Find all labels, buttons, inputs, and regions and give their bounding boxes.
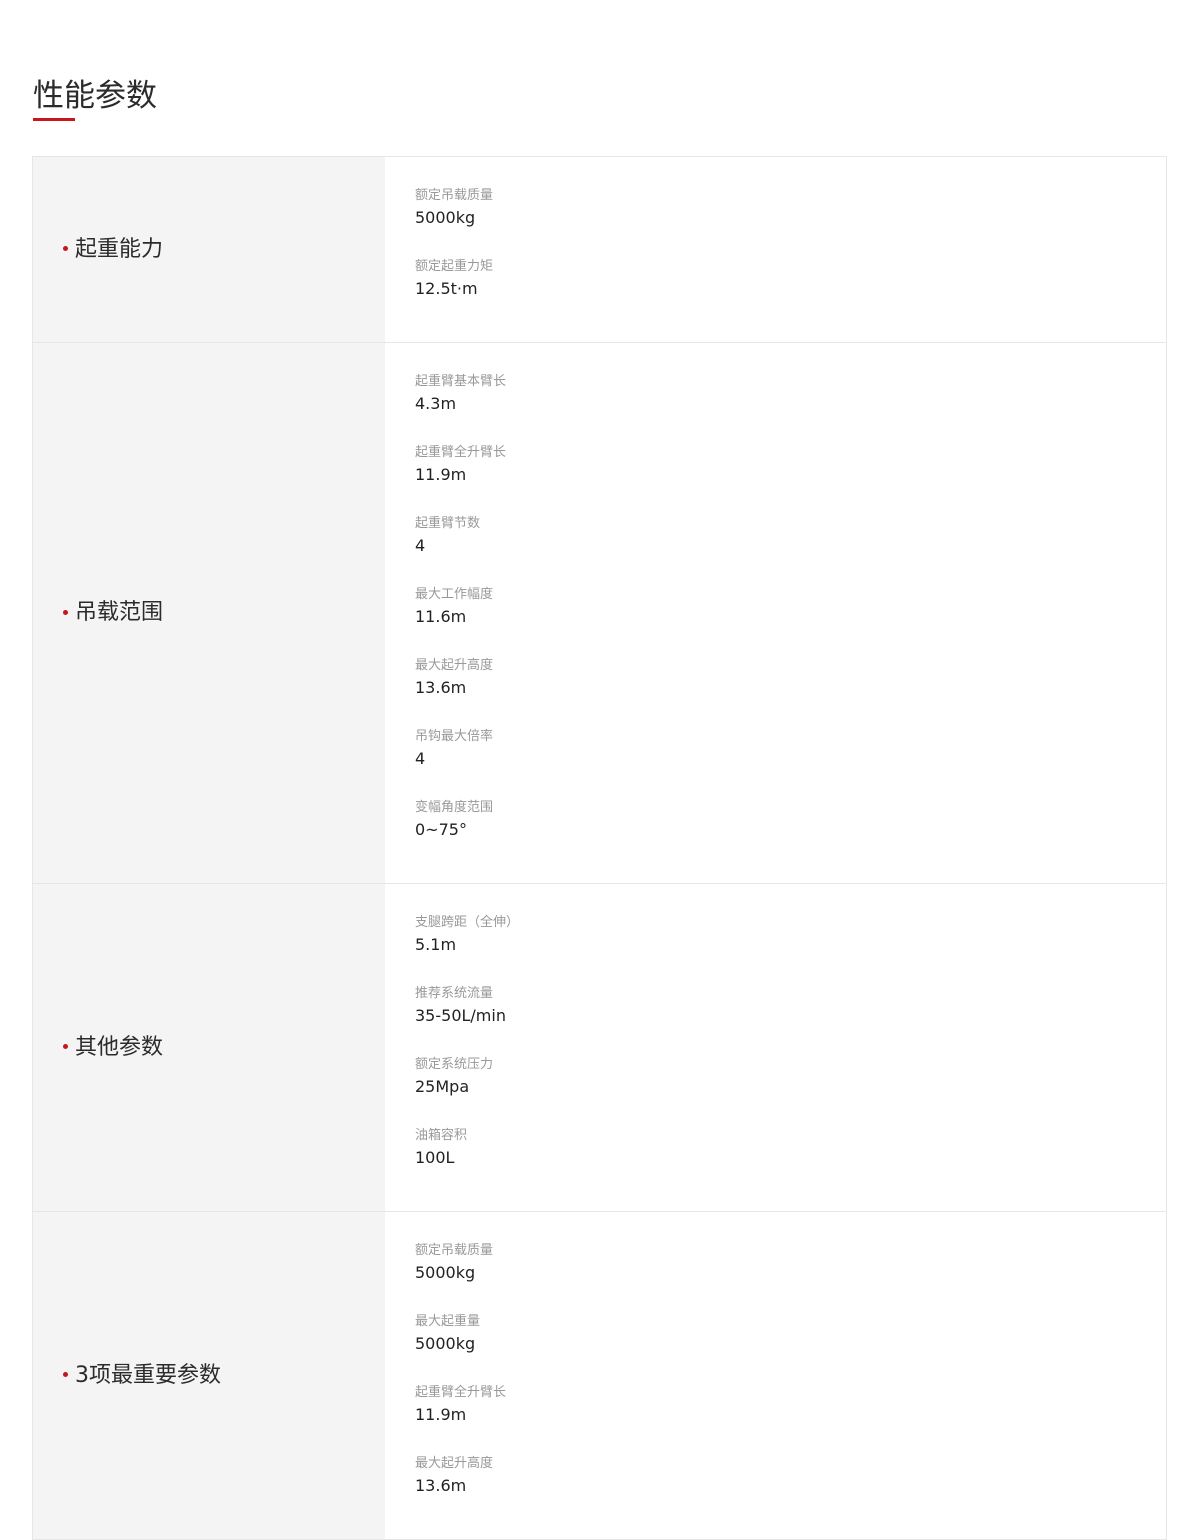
param-label: 起重臂节数 bbox=[415, 516, 481, 531]
bullet-dot-icon bbox=[63, 246, 68, 251]
section-label: 吊载范围 bbox=[75, 600, 164, 625]
param-item: 起重臂全升臂长 11.9m bbox=[415, 444, 806, 515]
param-value: 4 bbox=[415, 749, 426, 768]
param-label: 最大工作幅度 bbox=[415, 587, 494, 602]
bullet-dot-icon bbox=[63, 609, 68, 615]
param-item: 起重臂基本臂长 4.3m bbox=[415, 373, 806, 444]
param-value: 13.6m bbox=[415, 678, 467, 697]
param-item: 最大起重量 5000kg bbox=[415, 1313, 806, 1384]
section-label: 3项最重要参数 bbox=[75, 1362, 221, 1388]
param-label: 起重臂基本臂长 bbox=[415, 374, 507, 389]
param-item: 油箱容积 100L bbox=[415, 1127, 806, 1198]
param-value: 4.3m bbox=[415, 394, 457, 413]
param-item: 最大起升高度 13.6m bbox=[415, 1455, 806, 1526]
param-value: 11.6m bbox=[415, 607, 467, 626]
param-value: 13.6m bbox=[415, 1476, 467, 1495]
param-value: 100L bbox=[415, 1148, 455, 1167]
section-label-cell: 3项最重要参数 bbox=[33, 1212, 385, 1539]
param-label: 额定起重力矩 bbox=[415, 259, 494, 274]
section-label-cell: 其他参数 bbox=[33, 884, 385, 1211]
param-label: 额定吊载质量 bbox=[415, 1243, 494, 1258]
param-item: 支腿跨距（全伸） 5.1m bbox=[415, 914, 806, 985]
param-value: 5000kg bbox=[415, 1334, 476, 1353]
param-item: 最大起升高度 13.6m bbox=[415, 657, 806, 728]
param-label: 吊钩最大倍率 bbox=[415, 729, 494, 744]
bullet-dot-icon bbox=[63, 1044, 68, 1049]
param-item: 起重臂节数 4 bbox=[415, 515, 806, 586]
page-title: 性能参数 bbox=[33, 78, 157, 114]
param-item: 额定吊载质量 5000kg bbox=[415, 1242, 806, 1313]
param-label: 起重臂全升臂长 bbox=[415, 1385, 507, 1400]
section-label-cell: 起重能力 bbox=[33, 157, 385, 342]
param-item: 额定起重力矩 12.5t·m bbox=[415, 258, 806, 329]
section-params: 额定吊载质量 5000kg 最大起重量 5000kg 起重臂全升臂长 11.9m… bbox=[385, 1212, 1166, 1539]
section-params: 支腿跨距（全伸） 5.1m 推荐系统流量 35-50L/min 额定系统压力 2… bbox=[385, 884, 1166, 1211]
section-other-params: 其他参数 支腿跨距（全伸） 5.1m 推荐系统流量 35-50L/min 额定系… bbox=[33, 883, 1166, 1211]
section-params: 额定吊载质量 5000kg 额定起重力矩 12.5t·m bbox=[385, 157, 1166, 342]
param-value: 5000kg bbox=[415, 1263, 476, 1282]
bullet-dot-icon bbox=[63, 1372, 68, 1377]
param-label: 额定吊载质量 bbox=[415, 188, 494, 203]
section-label-cell: 吊载范围 bbox=[33, 343, 385, 883]
param-label: 最大起重量 bbox=[415, 1314, 481, 1329]
section-top3-params: 3项最重要参数 额定吊载质量 5000kg 最大起重量 5000kg 起重臂全升… bbox=[33, 1211, 1166, 1539]
param-item: 额定吊载质量 5000kg bbox=[415, 187, 806, 258]
title-underline bbox=[33, 118, 75, 121]
param-value: 12.5t·m bbox=[415, 279, 478, 298]
param-value: 5000kg bbox=[415, 208, 476, 227]
param-value: 0~75° bbox=[415, 820, 467, 839]
param-item: 最大工作幅度 11.6m bbox=[415, 586, 806, 657]
param-label: 支腿跨距（全伸） bbox=[415, 915, 520, 930]
spec-table: 起重能力 额定吊载质量 5000kg 额定起重力矩 12.5t·m 吊载范围 起… bbox=[32, 156, 1167, 1540]
param-item: 变幅角度范围 0~75° bbox=[415, 799, 806, 870]
param-label: 最大起升高度 bbox=[415, 1456, 494, 1471]
param-value: 11.9m bbox=[415, 1405, 467, 1424]
param-item: 吊钩最大倍率 4 bbox=[415, 728, 806, 799]
param-value: 25Mpa bbox=[415, 1077, 470, 1096]
param-label: 油箱容积 bbox=[415, 1128, 468, 1143]
param-value: 5.1m bbox=[415, 935, 457, 954]
param-label: 最大起升高度 bbox=[415, 658, 494, 673]
param-label: 推荐系统流量 bbox=[415, 986, 494, 1001]
param-value: 4 bbox=[415, 536, 426, 555]
param-label: 额定系统压力 bbox=[415, 1057, 494, 1072]
param-label: 起重臂全升臂长 bbox=[415, 445, 507, 460]
section-label: 其他参数 bbox=[75, 1034, 164, 1060]
param-item: 额定系统压力 25Mpa bbox=[415, 1056, 806, 1127]
param-label: 变幅角度范围 bbox=[415, 800, 494, 815]
page-header: 性能参数 bbox=[33, 76, 157, 121]
section-params: 起重臂基本臂长 4.3m 起重臂全升臂长 11.9m 起重臂节数 4 最大工作幅… bbox=[385, 343, 1166, 883]
section-lifting-range: 吊载范围 起重臂基本臂长 4.3m 起重臂全升臂长 11.9m 起重臂节数 4 … bbox=[33, 342, 1166, 883]
param-item: 推荐系统流量 35-50L/min bbox=[415, 985, 806, 1056]
section-label: 起重能力 bbox=[75, 236, 164, 262]
param-value: 11.9m bbox=[415, 465, 467, 484]
param-value: 35-50L/min bbox=[415, 1006, 506, 1025]
section-lifting-capacity: 起重能力 额定吊载质量 5000kg 额定起重力矩 12.5t·m bbox=[33, 157, 1166, 342]
param-item: 起重臂全升臂长 11.9m bbox=[415, 1384, 806, 1455]
